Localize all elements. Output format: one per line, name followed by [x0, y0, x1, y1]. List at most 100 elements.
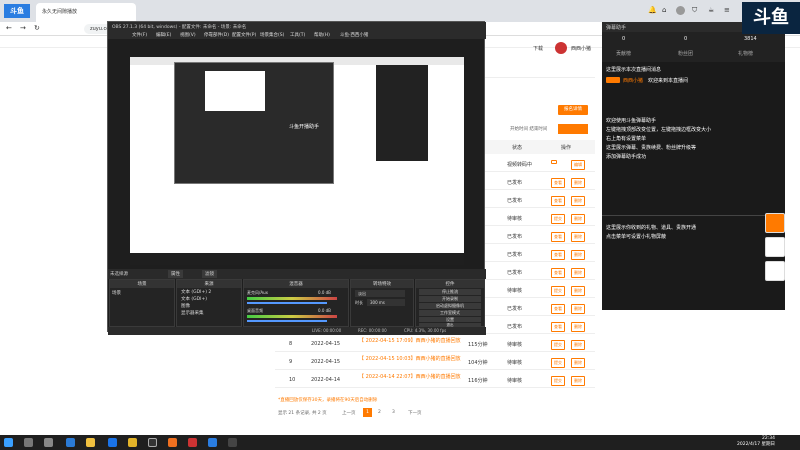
edge-icon[interactable]	[66, 438, 75, 447]
home-icon[interactable]: ⌂	[662, 6, 666, 14]
row-status: 已发布	[507, 306, 523, 312]
row-action-1[interactable]: 查看	[551, 178, 565, 188]
menu-docks[interactable]: 停靠部件(D)	[204, 32, 229, 38]
row-action-2[interactable]: 删除	[571, 286, 585, 296]
app-icon[interactable]	[188, 438, 197, 447]
douyu-icon[interactable]	[168, 438, 177, 447]
row-action-1[interactable]: 查看	[551, 304, 565, 314]
source-item[interactable]: 显示器采集	[181, 310, 204, 316]
avatar[interactable]	[676, 6, 685, 15]
stat-label-2[interactable]: 粉丝团	[678, 50, 693, 57]
next-page[interactable]: 下一页	[408, 410, 422, 416]
menu-scenes[interactable]: 场景集合(S)	[260, 32, 284, 38]
chrome-icon[interactable]	[108, 438, 117, 447]
shirt-icon[interactable]: ⛉	[692, 6, 697, 15]
desktop-volume-slider[interactable]	[247, 320, 327, 322]
user-name[interactable]: 西西小猪	[571, 45, 591, 52]
row-action-1[interactable]: 查看	[551, 232, 565, 242]
studio-mode-button[interactable]: 工作室模式	[419, 310, 481, 316]
start-icon[interactable]	[4, 438, 13, 447]
stop-stream-button[interactable]: 停止推流	[419, 289, 481, 295]
scene-item[interactable]: 场景	[112, 290, 121, 296]
virtual-cam-button[interactable]: 启动虚拟摄像机	[419, 303, 481, 309]
properties-button[interactable]: 属性	[168, 270, 183, 278]
table-row: 10 2022-04-14 【 2022-04-14 22:07】西西小猪的直播回放…	[275, 372, 595, 388]
row-action-1[interactable]: 提交	[551, 214, 565, 224]
page-1[interactable]: 1	[363, 408, 372, 417]
transition-select[interactable]: 淡出	[355, 290, 405, 297]
float-play-button[interactable]	[765, 213, 785, 233]
detail-button[interactable]: 报名详情	[558, 105, 588, 115]
menu-profile[interactable]: 配置文件(P)	[232, 32, 256, 38]
settings-button[interactable]: 设置	[419, 317, 481, 322]
prev-page[interactable]: 上一页	[342, 410, 356, 416]
obs-title-bar[interactable]: OBS 27.1.3 (64 bit, windows) - 配置文件: 未命名…	[108, 22, 486, 31]
row-action-2[interactable]: 删除	[571, 322, 585, 332]
row-action-1[interactable]: 查看	[551, 250, 565, 260]
forward-icon[interactable]: →	[20, 24, 26, 32]
menu-tools[interactable]: 工具(T)	[290, 32, 305, 38]
row-action-2[interactable]: 删除	[571, 178, 585, 188]
stat-label-3[interactable]: 礼物榜	[738, 50, 753, 57]
row-action-2[interactable]: 删除	[571, 214, 585, 224]
row-action-1[interactable]: 查看	[551, 196, 565, 206]
source-item[interactable]: 图像	[181, 303, 190, 309]
mixer-dock: 混音器 麦克风/Aux 0.0 dB 桌面音频 0.0 dB	[243, 279, 349, 327]
user-avatar[interactable]	[555, 42, 567, 54]
clock[interactable]: 22:34 2022/4/17 星期日	[735, 436, 775, 448]
row-title[interactable]: 【 2022-04-15 17:09】西西小猪的直播回放	[359, 337, 463, 344]
obs-preview[interactable]: 斗鱼开播助手	[130, 57, 464, 265]
float-home-button[interactable]	[765, 237, 785, 257]
row-action-1[interactable]: 提交	[551, 358, 565, 368]
row-action-2[interactable]: 删除	[571, 358, 585, 368]
row-action-2[interactable]: 删除	[571, 268, 585, 278]
page-3[interactable]: 3	[392, 410, 395, 415]
page-2[interactable]: 2	[378, 410, 381, 415]
row-action-1[interactable]: 提交	[551, 340, 565, 350]
browser-tab[interactable]: 永久无间隙播放	[36, 3, 136, 22]
row-status: 已发布	[507, 180, 523, 186]
live-time: LIVE: 00:00:00	[312, 328, 342, 333]
cup-icon[interactable]: ☕	[708, 6, 714, 14]
duration-input[interactable]: 300 ms	[367, 299, 405, 306]
menu-icon[interactable]: ≡	[724, 6, 730, 14]
task-view-icon[interactable]	[44, 438, 53, 447]
row-action-1[interactable]	[551, 160, 557, 164]
source-item[interactable]: 文本 (GDI+)	[181, 296, 207, 302]
row-action-2[interactable]: 删除	[571, 304, 585, 314]
filter-button[interactable]	[558, 124, 588, 134]
row-action-2[interactable]: 编辑	[571, 160, 585, 170]
menu-edit[interactable]: 编辑(E)	[156, 32, 171, 38]
start-record-button[interactable]: 开始录制	[419, 296, 481, 302]
source-item[interactable]: 文本 (GDI+) 2	[181, 289, 211, 295]
row-action-1[interactable]: 查看	[551, 322, 565, 332]
app-icon[interactable]	[208, 438, 217, 447]
row-title[interactable]: 【 2022-04-15 10:03】西西小猪的直播回放	[359, 355, 463, 362]
stat-label-1[interactable]: 贡献榜	[616, 50, 631, 57]
row-title[interactable]: 【 2022-04-14 22:07】西西小猪的直播回放	[359, 373, 463, 380]
obs-icon[interactable]	[148, 438, 157, 447]
row-action-1[interactable]: 提交	[551, 286, 565, 296]
float-feedback-button[interactable]	[765, 261, 785, 281]
reload-icon[interactable]: ↻	[34, 24, 40, 32]
menu-douyu[interactable]: 斗鱼·西西小猪	[340, 32, 368, 38]
app-icon[interactable]	[128, 438, 137, 447]
row-action-2[interactable]: 删除	[571, 376, 585, 386]
app-icon[interactable]	[228, 438, 237, 447]
row-action-2[interactable]: 删除	[571, 250, 585, 260]
back-icon[interactable]: ←	[6, 24, 12, 32]
row-action-2[interactable]: 删除	[571, 340, 585, 350]
row-action-1[interactable]: 查看	[551, 268, 565, 278]
menu-help[interactable]: 帮助(H)	[314, 32, 330, 38]
download-link[interactable]: 下载	[533, 45, 543, 52]
bell-icon[interactable]: 🔔	[648, 6, 657, 14]
row-action-1[interactable]: 提交	[551, 376, 565, 386]
folder-icon[interactable]	[86, 438, 95, 447]
row-action-2[interactable]: 删除	[571, 232, 585, 242]
filters-button[interactable]: 滤镜	[202, 270, 217, 278]
menu-view[interactable]: 视图(V)	[180, 32, 196, 38]
row-action-2[interactable]: 删除	[571, 196, 585, 206]
mic-volume-slider[interactable]	[247, 302, 327, 304]
menu-file[interactable]: 文件(F)	[132, 32, 147, 38]
search-icon[interactable]	[24, 438, 33, 447]
